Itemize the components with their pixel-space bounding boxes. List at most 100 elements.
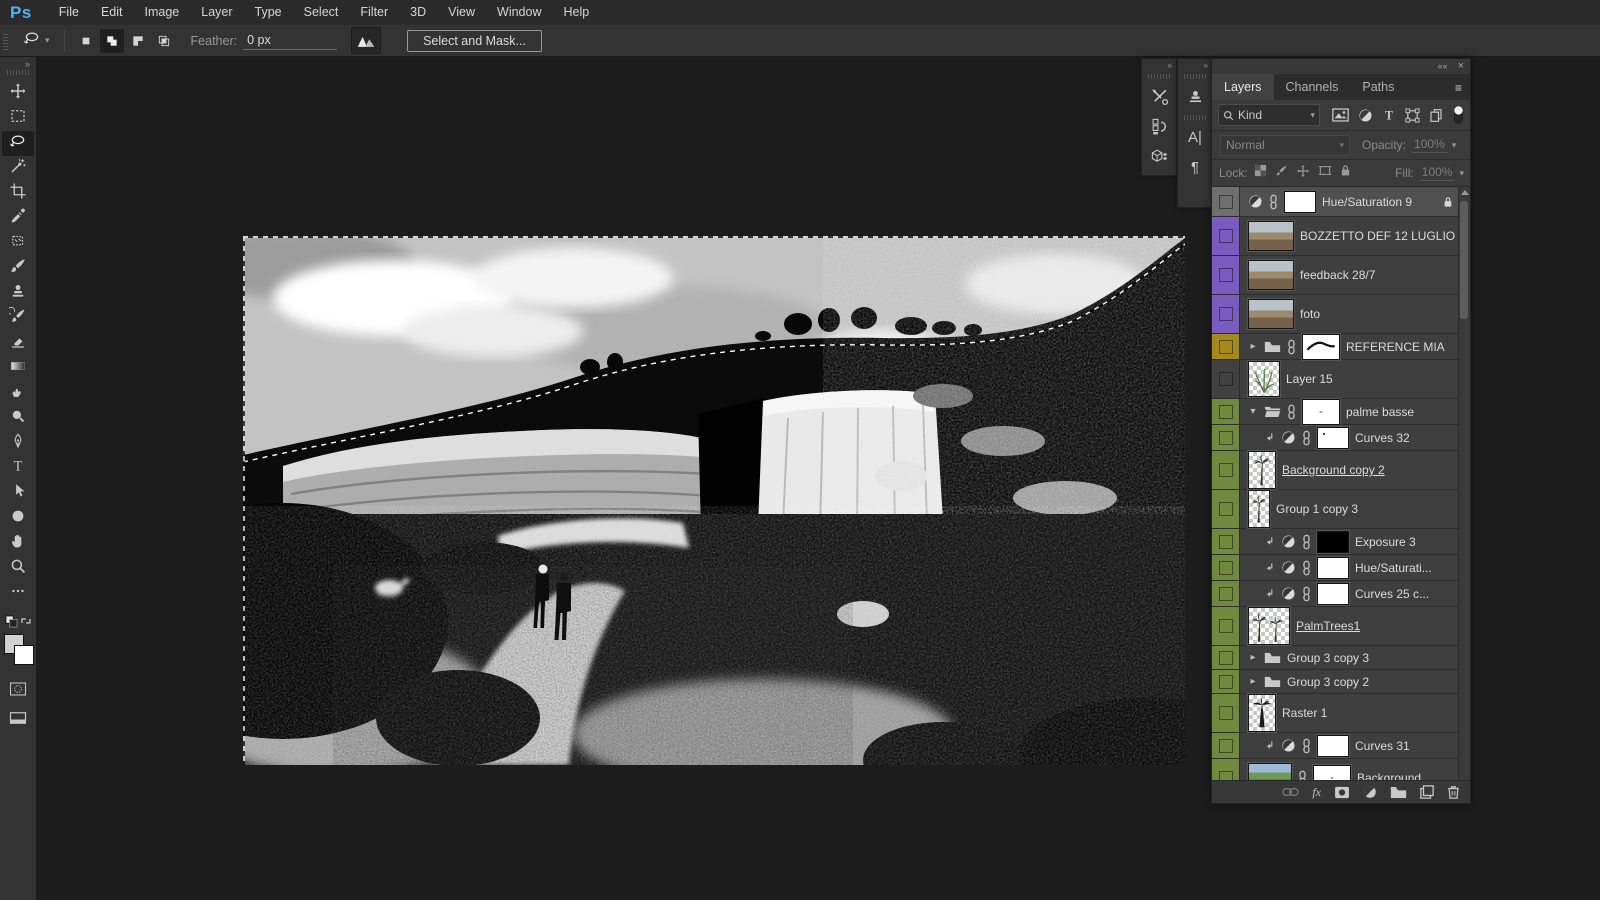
active-tool-preset[interactable]: ▾ (16, 27, 56, 54)
eraser-tool[interactable] (2, 331, 34, 356)
expand-group-icon[interactable]: ▸ (1248, 652, 1258, 663)
close-panel-icon[interactable]: × (1458, 62, 1464, 71)
layer-row-curves-31[interactable]: Curves 31 (1212, 733, 1459, 759)
filter-kind-dropdown[interactable]: Kind ▾ (1218, 104, 1320, 126)
filter-shape-layers-icon[interactable] (1405, 108, 1420, 123)
brush-tool[interactable] (2, 256, 34, 281)
new-adjustment-layer-icon[interactable] (1363, 785, 1377, 799)
menu-image[interactable]: Image (134, 0, 191, 25)
tab-channels[interactable]: Channels (1274, 74, 1351, 100)
gradient-tool[interactable] (2, 356, 34, 381)
layer-thumbnail-plant[interactable] (1248, 361, 1280, 397)
visibility-toggle[interactable] (1212, 360, 1240, 398)
layer-thumbnail-photo[interactable] (1248, 260, 1294, 290)
layer-style-icon[interactable]: fx (1312, 785, 1321, 800)
layer-mask-thumbnail[interactable] (1317, 583, 1349, 605)
visibility-toggle[interactable] (1212, 670, 1240, 693)
menu-window[interactable]: Window (486, 0, 552, 25)
visibility-toggle[interactable] (1212, 490, 1240, 528)
panel-grip[interactable] (1148, 74, 1170, 79)
layer-mask-thumbnail[interactable] (1317, 557, 1349, 579)
layer-row-group-1-copy-3[interactable]: Group 1 copy 3 (1212, 490, 1459, 529)
menu-view[interactable]: View (437, 0, 486, 25)
menu-filter[interactable]: Filter (349, 0, 399, 25)
layer-row-raster-1[interactable]: Raster 1 (1212, 694, 1459, 733)
layer-thumbnail-raster[interactable] (1248, 694, 1276, 732)
layer-row-reference-mia[interactable]: ▸REFERENCE MIA (1212, 334, 1459, 360)
menu-file[interactable]: File (48, 0, 90, 25)
add-to-selection-button[interactable] (100, 29, 124, 53)
history-brush-tool[interactable] (2, 306, 34, 331)
visibility-toggle[interactable] (1212, 295, 1240, 333)
visibility-toggle[interactable] (1212, 694, 1240, 732)
visibility-toggle[interactable] (1212, 334, 1240, 359)
quick-selection-tool[interactable] (2, 156, 34, 181)
rectangular-marquee-tool[interactable] (2, 106, 34, 131)
layer-mask-thumbnail[interactable]: - (1313, 765, 1351, 780)
link-layers-icon[interactable] (1282, 787, 1299, 797)
quick-mask-button[interactable] (2, 676, 34, 701)
background-color-swatch[interactable] (14, 645, 34, 665)
expand-group-icon[interactable]: ▸ (1248, 676, 1258, 687)
filter-type-layers-icon[interactable]: T (1382, 108, 1396, 122)
expand-group-icon[interactable]: ▸ (1248, 341, 1258, 352)
ellipse-shape-tool[interactable] (2, 506, 34, 531)
layer-row-exposure-3[interactable]: Exposure 3 (1212, 529, 1459, 555)
delete-layer-icon[interactable] (1447, 785, 1460, 799)
toolbar-grip[interactable] (7, 70, 29, 75)
layer-thumbnail-photo[interactable] (1248, 221, 1294, 251)
new-layer-icon[interactable] (1420, 785, 1434, 799)
blend-mode-dropdown[interactable]: Normal ▾ (1220, 135, 1350, 156)
visibility-toggle[interactable] (1212, 555, 1240, 580)
tab-paths[interactable]: Paths (1350, 74, 1406, 100)
panel-grip[interactable] (1184, 115, 1206, 120)
intersect-selection-button[interactable] (152, 29, 176, 53)
clone-stamp-tool[interactable] (2, 281, 34, 306)
layer-thumbnail-palm-med[interactable] (1248, 451, 1276, 489)
panel-menu-icon[interactable]: ≡ (1455, 81, 1462, 95)
scroll-up-icon[interactable] (1461, 190, 1469, 195)
tab-layers[interactable]: Layers (1212, 74, 1274, 100)
new-group-icon[interactable] (1390, 786, 1407, 799)
clone-source-panel-button[interactable] (1179, 81, 1211, 111)
visibility-toggle[interactable] (1212, 425, 1240, 450)
layer-mask-thumbnail[interactable] (1317, 531, 1349, 553)
visibility-toggle[interactable] (1212, 759, 1240, 780)
visibility-toggle[interactable] (1212, 733, 1240, 758)
path-selection-tool[interactable] (2, 481, 34, 506)
filter-adjustment-layers-icon[interactable] (1358, 108, 1373, 123)
visibility-toggle[interactable] (1212, 529, 1240, 554)
panel-expand-header[interactable]: » (1142, 59, 1176, 72)
character-panel-button[interactable]: A| (1179, 122, 1211, 152)
crop-tool[interactable] (2, 181, 34, 206)
zoom-tool[interactable] (2, 556, 34, 581)
layer-row-curves-32[interactable]: Curves 32 (1212, 425, 1459, 451)
layer-row-layer-15[interactable]: Layer 15 (1212, 360, 1459, 399)
fill-value[interactable]: 100% (1419, 165, 1456, 181)
visibility-toggle[interactable] (1212, 607, 1240, 645)
visibility-toggle[interactable] (1212, 256, 1240, 294)
anti-alias-button[interactable] (351, 27, 381, 54)
visibility-toggle[interactable] (1212, 581, 1240, 606)
menu-edit[interactable]: Edit (90, 0, 134, 25)
panel-grip[interactable] (1184, 74, 1206, 79)
lock-artboard-icon[interactable] (1318, 164, 1332, 182)
visibility-toggle[interactable] (1212, 451, 1240, 489)
lock-all-icon[interactable] (1340, 164, 1351, 182)
new-selection-button[interactable] (74, 29, 98, 53)
menu-3d[interactable]: 3D (399, 0, 437, 25)
lasso-tool[interactable] (2, 131, 34, 156)
options-bar-grip[interactable] (3, 32, 8, 50)
canvas-document[interactable] (243, 236, 1185, 765)
layer-row-curves-25-c[interactable]: Curves 25 c... (1212, 581, 1459, 607)
layer-thumbnail-palm-narrow[interactable] (1248, 490, 1270, 528)
smudge-tool[interactable] (2, 381, 34, 406)
visibility-toggle[interactable] (1212, 217, 1240, 255)
select-and-mask-button[interactable]: Select and Mask... (407, 30, 542, 52)
toolbar-expand-icon[interactable]: » (25, 59, 30, 69)
layer-thumbnail-photo[interactable] (1248, 299, 1294, 329)
layer-mask-thumbnail[interactable] (1302, 334, 1340, 360)
layer-row-feedback-28-7[interactable]: feedback 28/7 (1212, 256, 1459, 295)
collapse-panels-icon[interactable]: «« (1438, 62, 1448, 71)
visibility-toggle[interactable] (1212, 646, 1240, 669)
